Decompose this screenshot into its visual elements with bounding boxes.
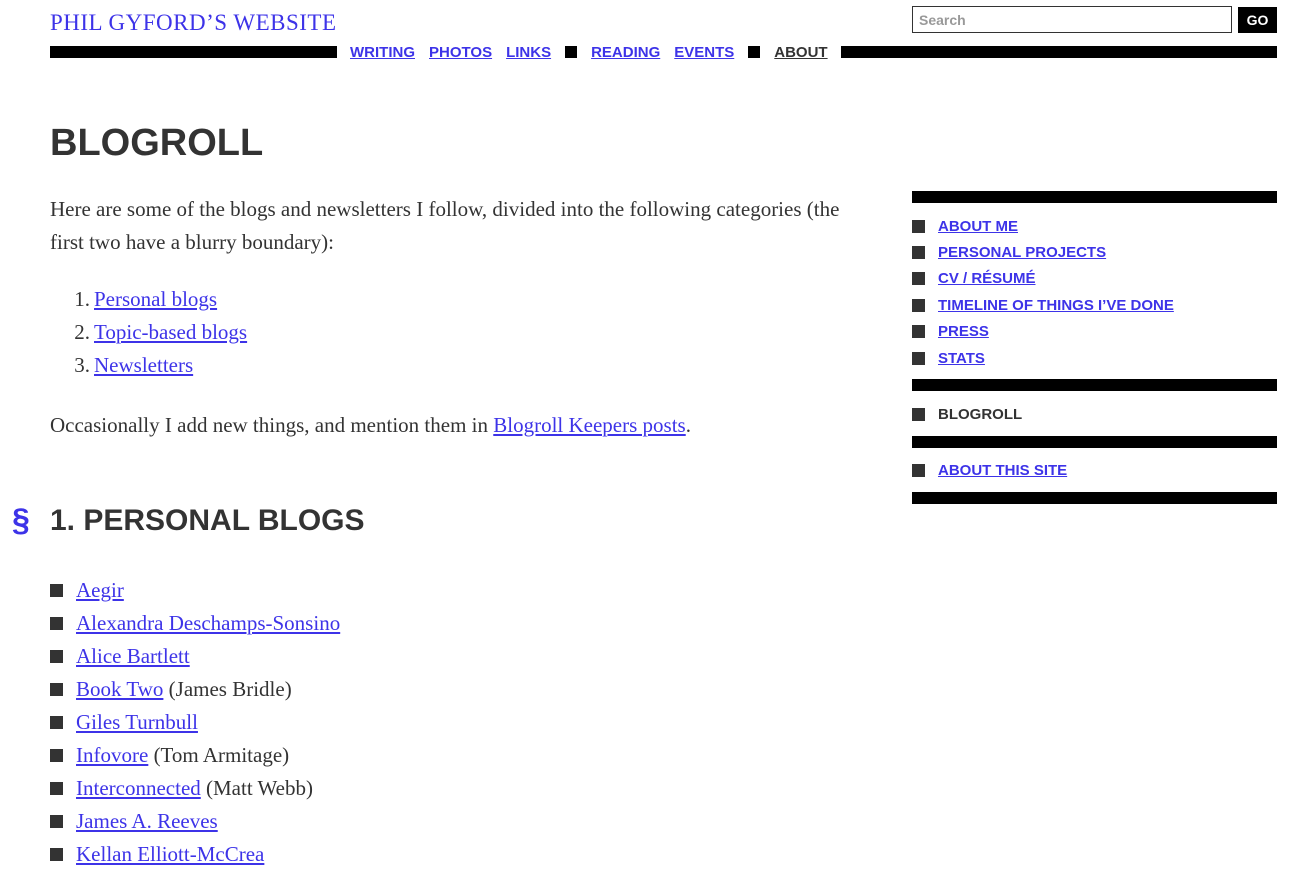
sidebar-group: ABOUT ME PERSONAL PROJECTS CV / RÉSUMÉ T… <box>912 203 1277 379</box>
square-bullet-icon <box>50 584 63 597</box>
square-bullet-icon <box>50 815 63 828</box>
blog-link[interactable]: Aegir <box>76 574 124 607</box>
nav-writing[interactable]: WRITING <box>350 44 415 61</box>
category-link-personal-blogs[interactable]: Personal blogs <box>94 283 217 316</box>
category-item: 3. Newsletters <box>70 349 247 382</box>
nav-separator <box>565 46 578 58</box>
nav-about[interactable]: ABOUT <box>774 44 827 61</box>
sidebar-group: BLOGROLL <box>912 391 1277 435</box>
section-anchor-icon[interactable]: § <box>12 502 50 539</box>
section-title: 1. PERSONAL BLOGS <box>50 503 365 537</box>
sidebar-link[interactable]: TIMELINE OF THINGS I’VE DONE <box>938 297 1174 314</box>
personal-blogs-list: Aegir Alexandra Deschamps-Sonsino Alice … <box>50 574 340 871</box>
nav-bar-decoration <box>840 46 1277 58</box>
category-number: 1. <box>74 287 90 311</box>
occasional-text-end: . <box>685 413 691 437</box>
list-item: Aegir <box>50 574 340 607</box>
square-bullet-icon <box>50 848 63 861</box>
sidebar-item-cv: CV / RÉSUMÉ <box>912 266 1277 292</box>
search-input[interactable] <box>912 6 1232 33</box>
sidebar-item-personal-projects: PERSONAL PROJECTS <box>912 239 1277 265</box>
square-bullet-icon <box>912 464 925 478</box>
blog-link[interactable]: Book Two <box>76 673 163 706</box>
list-item: Giles Turnbull <box>50 706 340 739</box>
category-list: 1. Personal blogs 2. Topic-based blogs 3. N… <box>70 283 247 382</box>
nav-separator <box>748 46 761 58</box>
list-item: Alexandra Deschamps-Sonsino <box>50 607 340 640</box>
square-bullet-icon <box>50 683 63 696</box>
list-item: Alice Bartlett <box>50 640 340 673</box>
square-bullet-icon <box>912 298 925 312</box>
list-item: James A. Reeves <box>50 805 340 838</box>
sidebar-item-timeline: TIMELINE OF THINGS I’VE DONE <box>912 292 1277 318</box>
category-link-topic-based-blogs[interactable]: Topic-based blogs <box>94 316 247 349</box>
square-bullet-icon <box>912 246 925 260</box>
nav-links[interactable]: LINKS <box>506 44 551 61</box>
category-item: 2. Topic-based blogs <box>70 316 247 349</box>
blog-link[interactable]: Interconnected <box>76 772 201 805</box>
sidebar-divider <box>912 492 1277 505</box>
site-title-link[interactable]: PHIL GYFORD’S WEBSITE <box>50 10 337 36</box>
square-bullet-icon <box>912 325 925 339</box>
sidebar-item-blogroll: BLOGROLL <box>912 401 1277 427</box>
sidebar-item-press: PRESS <box>912 319 1277 345</box>
sidebar-link[interactable]: PRESS <box>938 323 989 340</box>
blog-link[interactable]: Alice Bartlett <box>76 640 190 673</box>
sidebar-divider <box>912 435 1277 448</box>
about-sidebar: ABOUT ME PERSONAL PROJECTS CV / RÉSUMÉ T… <box>912 191 1277 505</box>
square-bullet-icon <box>50 782 63 795</box>
square-bullet-icon <box>912 351 925 365</box>
occasional-text-start: Occasionally I add new things, and menti… <box>50 413 494 437</box>
square-bullet-icon <box>912 272 925 286</box>
go-button[interactable]: GO <box>1238 6 1277 33</box>
sidebar-divider <box>912 191 1277 203</box>
nav-events[interactable]: EVENTS <box>674 44 734 61</box>
sidebar-link[interactable]: STATS <box>938 350 985 367</box>
category-item: 1. Personal blogs <box>70 283 247 316</box>
list-item: Kellan Elliott-McCrea <box>50 838 340 871</box>
blog-link[interactable]: Alexandra Deschamps-Sonsino <box>76 607 340 640</box>
sidebar-link[interactable]: CV / RÉSUMÉ <box>938 270 1036 287</box>
category-number: 2. <box>74 320 90 344</box>
blog-link[interactable]: James A. Reeves <box>76 805 218 838</box>
square-bullet-icon <box>50 716 63 729</box>
sidebar-divider <box>912 379 1277 392</box>
sidebar-link[interactable]: PERSONAL PROJECTS <box>938 244 1106 261</box>
blog-note: (Tom Armitage) <box>148 743 290 767</box>
list-item: Infovore (Tom Armitage) <box>50 739 340 772</box>
sidebar-group: ABOUT THIS SITE <box>912 448 1277 492</box>
sidebar-link[interactable]: ABOUT ME <box>938 218 1018 235</box>
blog-link[interactable]: Kellan Elliott-McCrea <box>76 838 264 871</box>
square-bullet-icon <box>50 617 63 630</box>
main-nav: WRITING PHOTOS LINKS READING EVENTS ABOU… <box>50 44 1277 61</box>
occasional-text: Occasionally I add new things, and menti… <box>50 409 691 442</box>
search-form: GO <box>912 6 1277 33</box>
list-item: Book Two (James Bridle) <box>50 673 340 706</box>
square-bullet-icon <box>912 219 925 233</box>
page-title: BLOGROLL <box>50 122 264 164</box>
nav-photos[interactable]: PHOTOS <box>429 44 492 61</box>
blog-link[interactable]: Infovore <box>76 739 148 772</box>
sidebar-item-stats: STATS <box>912 345 1277 371</box>
list-item: Interconnected (Matt Webb) <box>50 772 340 805</box>
section-heading-personal-blogs: § 1. PERSONAL BLOGS <box>12 502 365 539</box>
category-number: 3. <box>74 353 90 377</box>
category-link-newsletters[interactable]: Newsletters <box>94 349 193 382</box>
intro-text: Here are some of the blogs and newslette… <box>50 197 840 254</box>
sidebar-current-item: BLOGROLL <box>938 406 1023 424</box>
square-bullet-icon <box>50 749 63 762</box>
blogroll-keepers-link[interactable]: Blogroll Keepers posts <box>493 413 685 437</box>
sidebar-item-about-me: ABOUT ME <box>912 213 1277 239</box>
nav-reading[interactable]: READING <box>591 44 660 61</box>
square-bullet-icon <box>50 650 63 663</box>
nav-bar-decoration <box>50 46 337 58</box>
sidebar-link[interactable]: ABOUT THIS SITE <box>938 462 1067 479</box>
square-bullet-icon <box>912 408 925 422</box>
blog-note: (Matt Webb) <box>200 776 313 800</box>
sidebar-item-about-this-site: ABOUT THIS SITE <box>912 458 1277 484</box>
blog-link[interactable]: Giles Turnbull <box>76 706 198 739</box>
blog-note: (James Bridle) <box>163 677 292 701</box>
